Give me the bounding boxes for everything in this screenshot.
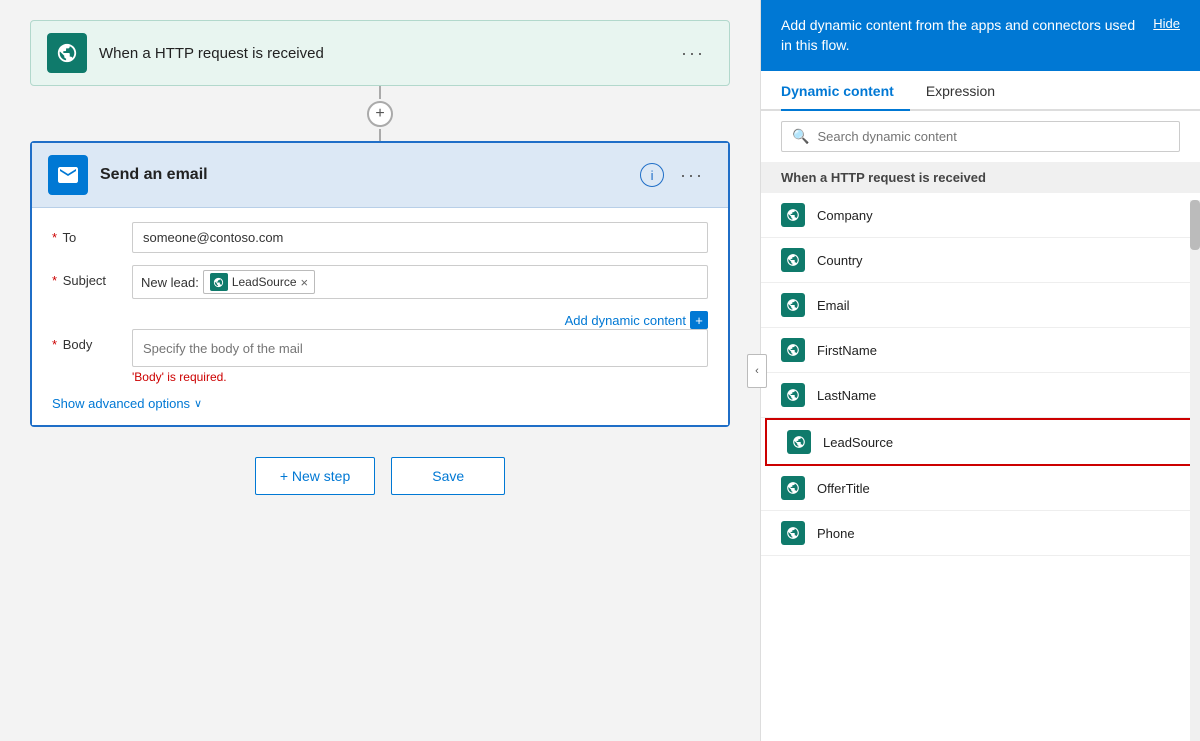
- email-block-icon: [48, 155, 88, 195]
- globe-icon: [56, 42, 78, 64]
- info-button[interactable]: i: [640, 163, 664, 187]
- email-block-body: * To * Subject New lead:: [32, 208, 728, 425]
- new-step-button[interactable]: + New step: [255, 457, 375, 495]
- subject-label: * Subject: [52, 265, 132, 288]
- item-label-firstname: FirstName: [817, 343, 877, 358]
- dynamic-item-leadsource[interactable]: LeadSource: [765, 418, 1196, 466]
- item-icon-offertitle: [781, 476, 805, 500]
- dynamic-item-country[interactable]: Country: [761, 238, 1200, 283]
- tag-remove-button[interactable]: ×: [301, 276, 309, 289]
- subject-field-row: * Subject New lead: LeadSource ×: [52, 265, 708, 299]
- add-dynamic-link: Add dynamic content +: [52, 311, 708, 329]
- subject-field-wrapper[interactable]: New lead: LeadSource ×: [132, 265, 708, 299]
- connector-line-bottom: [379, 129, 381, 142]
- item-label-offertitle: OfferTitle: [817, 481, 870, 496]
- email-block-title: Send an email: [100, 166, 640, 184]
- item-icon-leadsource: [787, 430, 811, 454]
- item-label-leadsource: LeadSource: [823, 435, 893, 450]
- email-block-header: Send an email i ···: [32, 143, 728, 208]
- item-icon-company: [781, 203, 805, 227]
- http-block-icon: [47, 33, 87, 73]
- dynamic-item-company[interactable]: Company: [761, 193, 1200, 238]
- dynamic-item-email[interactable]: Email: [761, 283, 1200, 328]
- panel-header: Add dynamic content from the apps and co…: [761, 0, 1200, 71]
- add-step-button[interactable]: +: [367, 101, 393, 127]
- hide-button[interactable]: Hide: [1153, 16, 1180, 31]
- body-field-row: * Body 'Body' is required.: [52, 329, 708, 384]
- add-dynamic-content-button[interactable]: Add dynamic content +: [565, 311, 708, 329]
- send-email-block: Send an email i ··· * To * Subject: [30, 141, 730, 427]
- scrollbar-track: [1190, 200, 1200, 741]
- connector-line-top: [379, 86, 381, 99]
- tag-label: LeadSource: [232, 275, 297, 289]
- http-block-menu-button[interactable]: ···: [673, 39, 713, 68]
- body-input[interactable]: [132, 329, 708, 367]
- item-label-phone: Phone: [817, 526, 855, 541]
- dynamic-items-list: Company Country Email: [761, 193, 1200, 741]
- show-advanced-button[interactable]: Show advanced options ∨: [52, 396, 202, 411]
- tab-expression[interactable]: Expression: [926, 71, 1011, 111]
- item-icon-country: [781, 248, 805, 272]
- item-icon-email: [781, 293, 805, 317]
- body-error: 'Body' is required.: [132, 370, 227, 384]
- collapse-panel-button[interactable]: ‹: [747, 354, 767, 388]
- chevron-down-icon: ∨: [194, 397, 202, 410]
- to-label: * To: [52, 222, 132, 245]
- item-icon-lastname: [781, 383, 805, 407]
- http-block-title: When a HTTP request is received: [99, 45, 673, 62]
- tag-icon: [210, 273, 228, 291]
- connector: +: [367, 86, 393, 141]
- search-input[interactable]: [817, 129, 1169, 144]
- section-header: When a HTTP request is received: [761, 162, 1200, 193]
- search-icon: 🔍: [792, 128, 809, 145]
- panel-tabs: Dynamic content Expression: [761, 71, 1200, 111]
- save-button[interactable]: Save: [391, 457, 505, 495]
- search-box: 🔍: [781, 121, 1180, 152]
- item-icon-phone: [781, 521, 805, 545]
- item-label-email: Email: [817, 298, 850, 313]
- body-row-inner: * Body: [52, 329, 708, 367]
- to-field-row: * To: [52, 222, 708, 253]
- add-dynamic-plus-icon: +: [690, 311, 708, 329]
- scrollbar-thumb[interactable]: [1190, 200, 1200, 250]
- http-request-block: When a HTTP request is received ···: [30, 20, 730, 86]
- dynamic-item-phone[interactable]: Phone: [761, 511, 1200, 556]
- dynamic-item-offertitle[interactable]: OfferTitle: [761, 466, 1200, 511]
- dynamic-item-firstname[interactable]: FirstName: [761, 328, 1200, 373]
- tab-dynamic-content[interactable]: Dynamic content: [781, 71, 910, 111]
- panel-header-text: Add dynamic content from the apps and co…: [781, 16, 1137, 55]
- dynamic-item-lastname[interactable]: LastName: [761, 373, 1200, 418]
- subject-dynamic-tag: LeadSource ×: [203, 270, 315, 294]
- to-input[interactable]: [132, 222, 708, 253]
- email-icon-svg: [56, 163, 80, 187]
- item-label-country: Country: [817, 253, 863, 268]
- right-panel: ‹ Add dynamic content from the apps and …: [760, 0, 1200, 741]
- body-label: * Body: [52, 329, 132, 352]
- item-icon-firstname: [781, 338, 805, 362]
- item-label-lastname: LastName: [817, 388, 876, 403]
- item-label-company: Company: [817, 208, 873, 223]
- subject-text-prefix: New lead:: [141, 275, 199, 290]
- main-canvas: When a HTTP request is received ··· + Se…: [0, 0, 760, 741]
- action-buttons: + New step Save: [255, 457, 505, 495]
- email-block-menu-button[interactable]: ···: [672, 161, 712, 190]
